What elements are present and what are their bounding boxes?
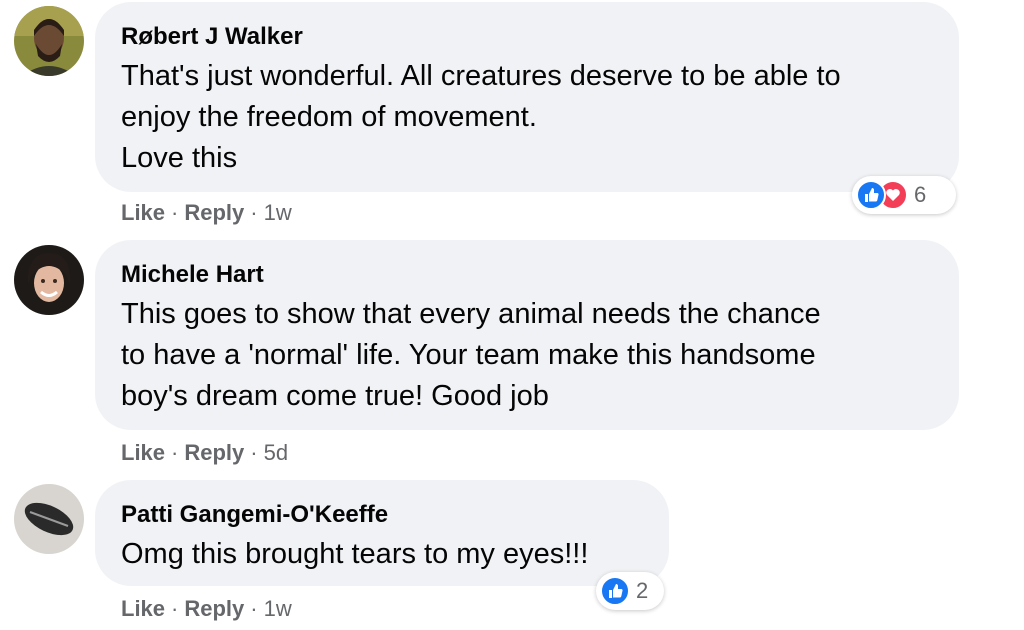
like-link[interactable]: Like [121, 596, 165, 621]
timestamp[interactable]: 5d [264, 440, 288, 465]
comment-actions: Like · Reply · 1w [121, 596, 292, 622]
avatar[interactable] [14, 6, 84, 76]
comment-text-line: to have a 'normal' life. Your team make … [121, 339, 816, 371]
comment-author[interactable]: Røbert J Walker [121, 22, 933, 52]
timestamp[interactable]: 1w [264, 596, 292, 621]
reactions-summary[interactable]: 6 [852, 176, 956, 214]
comment-bubble: Røbert J Walker That's just wonderful. A… [95, 2, 959, 192]
reaction-count: 6 [914, 182, 927, 207]
comment-bubble: Michele Hart This goes to show that ever… [95, 240, 959, 430]
comment-text-line: enjoy the freedom of movement. [121, 101, 537, 133]
comment-text-line: Love this [121, 142, 238, 174]
comment-text-line: This goes to show that every animal need… [121, 298, 821, 330]
reply-link[interactable]: Reply [184, 200, 244, 225]
comment-text-line: boy's dream come true! Good job [121, 380, 549, 412]
separator: · [171, 200, 179, 225]
comment-actions: Like · Reply · 5d [121, 440, 288, 466]
reactions-summary[interactable]: 2 [596, 572, 664, 610]
avatar[interactable] [14, 245, 84, 315]
separator: · [250, 596, 258, 621]
comment-text-line: Omg this brought tears to my eyes!!! [121, 538, 589, 570]
comment-text-line: That's just wonderful. All creatures des… [121, 60, 841, 92]
comment-text: That's just wonderful. All creatures des… [121, 56, 933, 179]
comment-bubble: Patti Gangemi-O'Keeffe Omg this brought … [95, 480, 669, 586]
separator: · [171, 596, 179, 621]
separator: · [250, 200, 258, 225]
comment-author[interactable]: Patti Gangemi-O'Keeffe [121, 500, 643, 530]
avatar[interactable] [14, 484, 84, 554]
comment-actions: Like · Reply · 1w [121, 200, 292, 226]
comment-text: Omg this brought tears to my eyes!!! [121, 534, 643, 575]
reply-link[interactable]: Reply [184, 596, 244, 621]
timestamp[interactable]: 1w [264, 200, 292, 225]
comment-text: This goes to show that every animal need… [121, 294, 933, 417]
reply-link[interactable]: Reply [184, 440, 244, 465]
reaction-count: 2 [636, 578, 649, 603]
like-link[interactable]: Like [121, 200, 165, 225]
like-link[interactable]: Like [121, 440, 165, 465]
separator: · [250, 440, 258, 465]
comment-author[interactable]: Michele Hart [121, 260, 933, 290]
like-icon [856, 180, 886, 210]
like-icon [600, 576, 630, 606]
separator: · [171, 440, 179, 465]
